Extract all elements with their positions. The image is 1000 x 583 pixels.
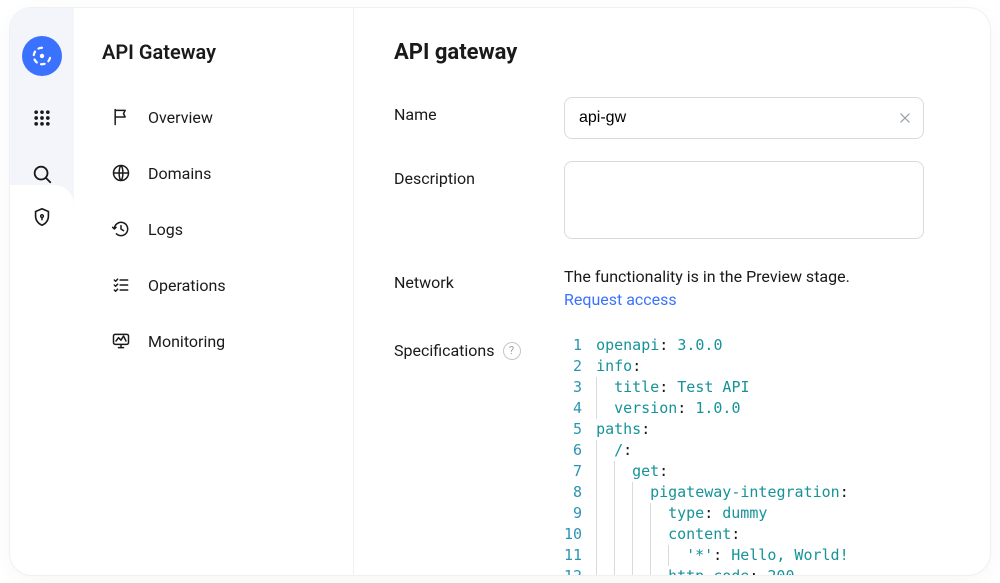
flag-icon [110, 106, 132, 128]
sidebar-item-label: Overview [148, 108, 213, 127]
label-description: Description [394, 161, 564, 188]
grid-icon [32, 108, 52, 128]
clear-name-button[interactable] [896, 109, 914, 127]
rail-security-icon[interactable] [28, 203, 56, 231]
main-content: API gateway Name Description Network The… [354, 8, 990, 575]
globe-icon [110, 162, 132, 184]
sidebar-title: API Gateway [102, 40, 329, 64]
logo-icon [31, 45, 53, 67]
rail-primary-logo[interactable] [22, 36, 62, 76]
checklist-icon [110, 274, 132, 296]
request-access-link[interactable]: Request access [564, 290, 677, 309]
search-icon [31, 163, 53, 185]
close-icon [898, 111, 912, 125]
sidebar-item-monitoring[interactable]: Monitoring [102, 320, 329, 362]
sidebar: API Gateway Overview Domains Logs [74, 8, 354, 575]
label-name: Name [394, 97, 564, 124]
line-gutter: 123456789101112 [564, 335, 596, 575]
label-specifications: Specifications ? [394, 333, 564, 360]
label-network: Network [394, 265, 564, 292]
sidebar-item-label: Domains [148, 164, 211, 183]
network-preview-text: The functionality is in the Preview stag… [564, 267, 850, 286]
row-name: Name [394, 97, 950, 139]
rail-bottom-area [10, 185, 74, 575]
label-specifications-text: Specifications [394, 341, 495, 360]
rail-apps-icon[interactable] [28, 104, 56, 132]
row-network: Network The functionality is in the Prev… [394, 265, 950, 311]
row-description: Description [394, 161, 950, 243]
code-body[interactable]: openapi: 3.0.0info:title: Test APIversio… [596, 335, 950, 575]
sidebar-item-logs[interactable]: Logs [102, 208, 329, 250]
sidebar-item-label: Operations [148, 276, 226, 295]
sidebar-item-label: Logs [148, 220, 183, 239]
rail-search-icon[interactable] [28, 160, 56, 188]
description-textarea[interactable] [564, 161, 924, 239]
sidebar-item-overview[interactable]: Overview [102, 96, 329, 138]
help-icon[interactable]: ? [503, 342, 521, 360]
row-specifications: Specifications ? 123456789101112 openapi… [394, 333, 950, 575]
name-input[interactable] [564, 97, 924, 139]
sidebar-item-operations[interactable]: Operations [102, 264, 329, 306]
page-title: API gateway [394, 40, 950, 65]
spec-editor[interactable]: 123456789101112 openapi: 3.0.0info:title… [564, 333, 950, 575]
shield-icon [31, 206, 53, 228]
history-icon [110, 218, 132, 240]
sidebar-item-domains[interactable]: Domains [102, 152, 329, 194]
sidebar-item-label: Monitoring [148, 332, 225, 351]
nav-rail [10, 8, 74, 575]
monitor-icon [110, 330, 132, 352]
